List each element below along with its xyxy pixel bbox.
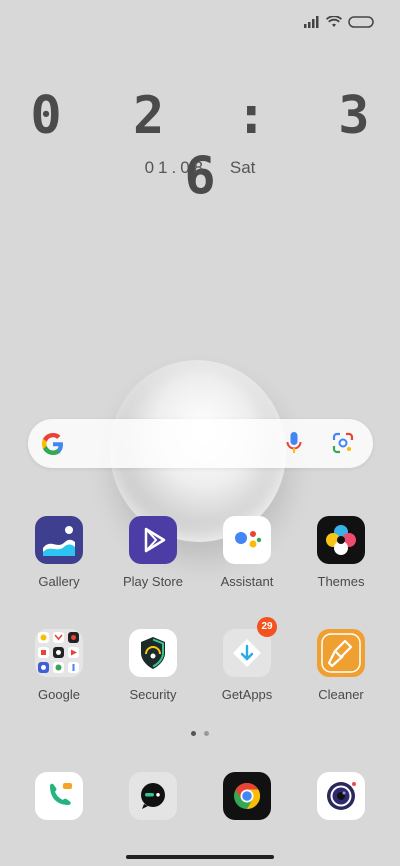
app-gallery[interactable]: Gallery bbox=[12, 516, 106, 589]
app-label: Cleaner bbox=[318, 687, 364, 702]
camera-icon bbox=[317, 772, 365, 820]
app-label: Security bbox=[129, 687, 177, 702]
clock-time[interactable]: 0 2 : 3 6 bbox=[0, 86, 400, 206]
date-value: 01.08 bbox=[144, 158, 208, 177]
status-bar bbox=[304, 14, 374, 30]
mic-icon[interactable] bbox=[286, 431, 302, 455]
page-dot-2[interactable] bbox=[204, 731, 209, 736]
app-play-store[interactable]: Play Store bbox=[106, 516, 200, 589]
chrome-icon bbox=[223, 772, 271, 820]
app-label: Assistant bbox=[220, 574, 274, 589]
page-indicator[interactable] bbox=[0, 731, 400, 736]
assistant-icon bbox=[223, 516, 271, 564]
day-value: Sat bbox=[229, 158, 256, 177]
themes-icon bbox=[317, 516, 365, 564]
app-getapps[interactable]: 29 GetApps bbox=[200, 617, 294, 702]
play-store-icon bbox=[129, 516, 177, 564]
app-assistant[interactable]: Assistant bbox=[200, 516, 294, 589]
dock-messages[interactable] bbox=[106, 772, 200, 820]
dock-camera[interactable] bbox=[294, 772, 388, 820]
app-label: Google bbox=[38, 687, 80, 702]
clock-date[interactable]: 01.08 Sat bbox=[0, 158, 400, 178]
page-dot-1[interactable] bbox=[191, 731, 196, 736]
app-cleaner[interactable]: Cleaner bbox=[294, 629, 388, 702]
notification-badge: 29 bbox=[257, 617, 277, 637]
app-label: Themes bbox=[317, 574, 365, 589]
app-label: Gallery bbox=[38, 574, 80, 589]
battery-icon bbox=[348, 16, 374, 28]
dock-phone[interactable] bbox=[12, 772, 106, 820]
google-search-bar[interactable] bbox=[28, 419, 373, 468]
dock-chrome[interactable] bbox=[200, 772, 294, 820]
lens-icon[interactable] bbox=[332, 432, 354, 454]
google-logo-icon bbox=[42, 433, 63, 455]
phone-icon bbox=[35, 772, 83, 820]
wifi-icon bbox=[326, 16, 342, 27]
security-icon bbox=[129, 629, 177, 677]
gallery-icon bbox=[35, 516, 83, 564]
app-security[interactable]: Security bbox=[106, 629, 200, 702]
cleaner-icon bbox=[317, 629, 365, 677]
app-themes[interactable]: Themes bbox=[294, 516, 388, 589]
app-google-folder[interactable]: Google bbox=[12, 629, 106, 702]
messages-icon bbox=[129, 772, 177, 820]
getapps-icon: 29 bbox=[223, 617, 277, 677]
app-label: Play Store bbox=[123, 574, 183, 589]
app-label: GetApps bbox=[221, 687, 273, 702]
signal-icon bbox=[304, 16, 319, 28]
home-gesture-bar[interactable] bbox=[126, 855, 274, 859]
google-folder-icon bbox=[35, 629, 83, 677]
